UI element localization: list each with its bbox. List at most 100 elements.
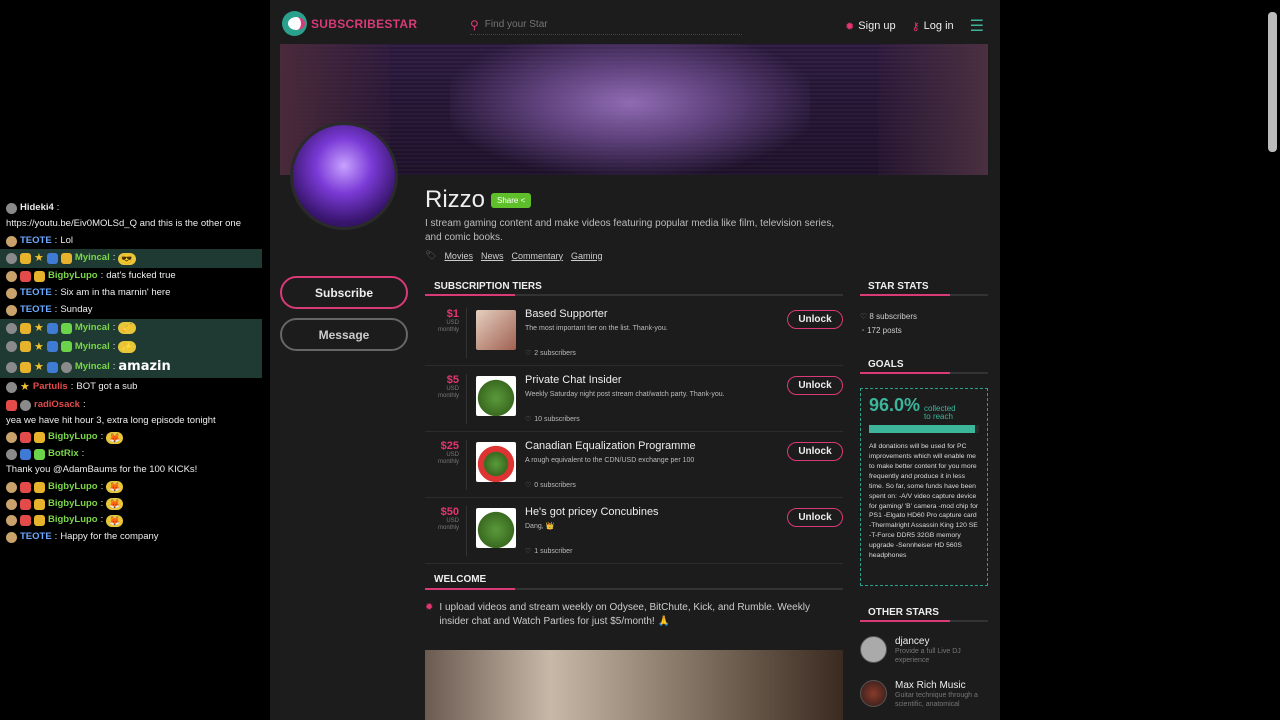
- share-button[interactable]: Share <: [491, 192, 532, 208]
- subscribers-stat: ♡ 8 subscribers: [860, 312, 917, 321]
- chat-text: Thank you @AdamBaums for the 100 KICKs!: [6, 464, 198, 476]
- chat-username[interactable]: Myincal: [75, 361, 110, 374]
- goal-percent-row: 96.0% collected to reach: [869, 395, 979, 421]
- login-link[interactable]: ⚷ Log in: [912, 20, 954, 33]
- chat-badge-icon: [20, 515, 31, 527]
- goal-description: All donations will be used for PC improv…: [869, 443, 979, 560]
- chat-message: BigbyLupo: 🦊: [0, 429, 262, 446]
- chat-username[interactable]: Myincal: [75, 252, 110, 265]
- message-button[interactable]: Message: [280, 318, 408, 351]
- tier-divider: [466, 506, 467, 556]
- chat-username[interactable]: TEOTE: [20, 304, 52, 317]
- chat-badge-icon: [6, 481, 17, 493]
- chat-message: TEOTE: Lol: [0, 233, 262, 250]
- other-star-name: Max Rich Music: [895, 680, 966, 691]
- chat-username[interactable]: BotRix: [48, 448, 79, 461]
- chat-badge-icon: [6, 399, 17, 411]
- chat-badge-icon: ★: [34, 360, 44, 373]
- chat-colon: :: [54, 531, 58, 543]
- chat-username[interactable]: BigbyLupo: [48, 498, 98, 511]
- chat-username[interactable]: radiOsack: [34, 399, 80, 412]
- search-bar: ⚲: [470, 15, 742, 35]
- avatar: [860, 680, 887, 707]
- chat-emote: 🦊: [106, 431, 124, 444]
- tier-image: [476, 508, 516, 548]
- stats-divider: [860, 294, 988, 296]
- chat-message: TEOTE: Six am in tha marnin' here: [0, 285, 262, 302]
- other-star-item[interactable]: djancey Provide a full Live DJ experienc…: [860, 636, 985, 665]
- search-input[interactable]: [484, 19, 725, 30]
- signup-label: Sign up: [858, 20, 896, 32]
- tier-divider: [466, 308, 467, 358]
- tiers-list: $1 USD monthly Based Supporter The most impo…: [425, 300, 843, 564]
- tier-desc: Weekly Saturday night post stream chat/w…: [525, 391, 725, 398]
- chat-badge-icon: ★: [34, 340, 44, 353]
- login-label: Log in: [923, 20, 954, 32]
- chat-username[interactable]: Partulis: [33, 381, 68, 394]
- chat-badge-icon: [6, 381, 17, 393]
- heart-icon: ♡: [525, 350, 532, 357]
- chat-message: ★ Myincal: 🎺: [0, 318, 262, 338]
- goal-caption: collected to reach: [924, 404, 956, 421]
- chat-badge-icon: [46, 341, 58, 353]
- post-icon: ◔: [860, 326, 865, 335]
- tag-gaming[interactable]: Gaming: [571, 251, 603, 261]
- tiers-divider: [425, 294, 843, 296]
- chat-username[interactable]: BigbyLupo: [48, 514, 98, 527]
- chat-badge-icon: [20, 498, 31, 510]
- chat-colon: :: [100, 480, 104, 492]
- chat-badge-icon: [46, 253, 58, 265]
- unlock-button[interactable]: Unlock: [787, 442, 843, 461]
- posts-stat: ◔ 172 posts: [860, 326, 902, 335]
- chat-username[interactable]: TEOTE: [20, 235, 52, 248]
- chat-username[interactable]: BigbyLupo: [48, 431, 98, 444]
- chat-badge-icon: [20, 322, 31, 334]
- other-star-item[interactable]: Max Rich Music Guitar technique through …: [860, 680, 985, 709]
- scrollbar[interactable]: [1268, 12, 1277, 152]
- chat-message: BigbyLupo: 🦊: [0, 479, 262, 496]
- unlock-button[interactable]: Unlock: [787, 376, 843, 395]
- chat-badge-icon: [6, 532, 17, 544]
- chat-badge-icon: [60, 253, 72, 265]
- menu-icon[interactable]: ☰: [970, 16, 984, 36]
- chat-username[interactable]: TEOTE: [20, 531, 52, 544]
- tier-card: $1 USD monthly Based Supporter The most impo…: [425, 300, 843, 366]
- star-icon: ✹: [425, 602, 434, 613]
- chat-badge-icon: [6, 341, 17, 353]
- other-star-desc: Provide a full Live DJ experience: [895, 648, 961, 665]
- signup-link[interactable]: ✹ Sign up: [845, 20, 896, 33]
- chat-colon: :: [54, 303, 58, 315]
- chat-text: Sunday: [60, 303, 93, 315]
- chat-emote: 🦊: [106, 498, 124, 511]
- tier-desc: The most important tier on the list. Tha…: [525, 325, 668, 332]
- tag-commentary[interactable]: Commentary: [511, 251, 563, 261]
- chat-text: Lol: [60, 234, 73, 246]
- chat-message: BotRix: Thank you @AdamBaums for the 100 …: [0, 446, 262, 479]
- goal-progress-bar: [869, 425, 979, 433]
- heart-icon: ♡: [525, 482, 532, 489]
- logo[interactable]: SUBSCRIBESTAR: [282, 11, 417, 36]
- chat-username[interactable]: BigbyLupo: [48, 270, 98, 283]
- tier-image: [476, 376, 516, 416]
- chat-badge-icon: [20, 449, 31, 461]
- unlock-button[interactable]: Unlock: [787, 310, 843, 329]
- chat-badge-icon: [34, 271, 45, 283]
- subscribe-button[interactable]: Subscribe: [280, 276, 408, 309]
- chat-username[interactable]: BigbyLupo: [48, 481, 98, 494]
- chat-username[interactable]: Hideki4: [20, 202, 54, 215]
- chat-username[interactable]: Myincal: [75, 341, 110, 354]
- chat-username[interactable]: TEOTE: [20, 287, 52, 300]
- star-stats: ♡ 8 subscribers ◔ 172 posts: [860, 310, 917, 338]
- welcome-video[interactable]: [425, 650, 843, 720]
- unlock-button[interactable]: Unlock: [787, 508, 843, 527]
- tag-movies[interactable]: Movies: [444, 251, 473, 261]
- chat-badge-icon: [6, 498, 17, 510]
- chat-colon: :: [54, 234, 58, 246]
- welcome-divider: [425, 588, 843, 590]
- chat-text: yea we have hit hour 3, extra long episo…: [6, 414, 216, 426]
- tag-news[interactable]: News: [481, 251, 504, 261]
- chat-username[interactable]: Myincal: [75, 322, 110, 335]
- chat-badge-icon: [6, 449, 17, 461]
- chat-badge-icon: [6, 271, 17, 283]
- tier-subscribers: ♡ 10 subscribers: [525, 415, 580, 424]
